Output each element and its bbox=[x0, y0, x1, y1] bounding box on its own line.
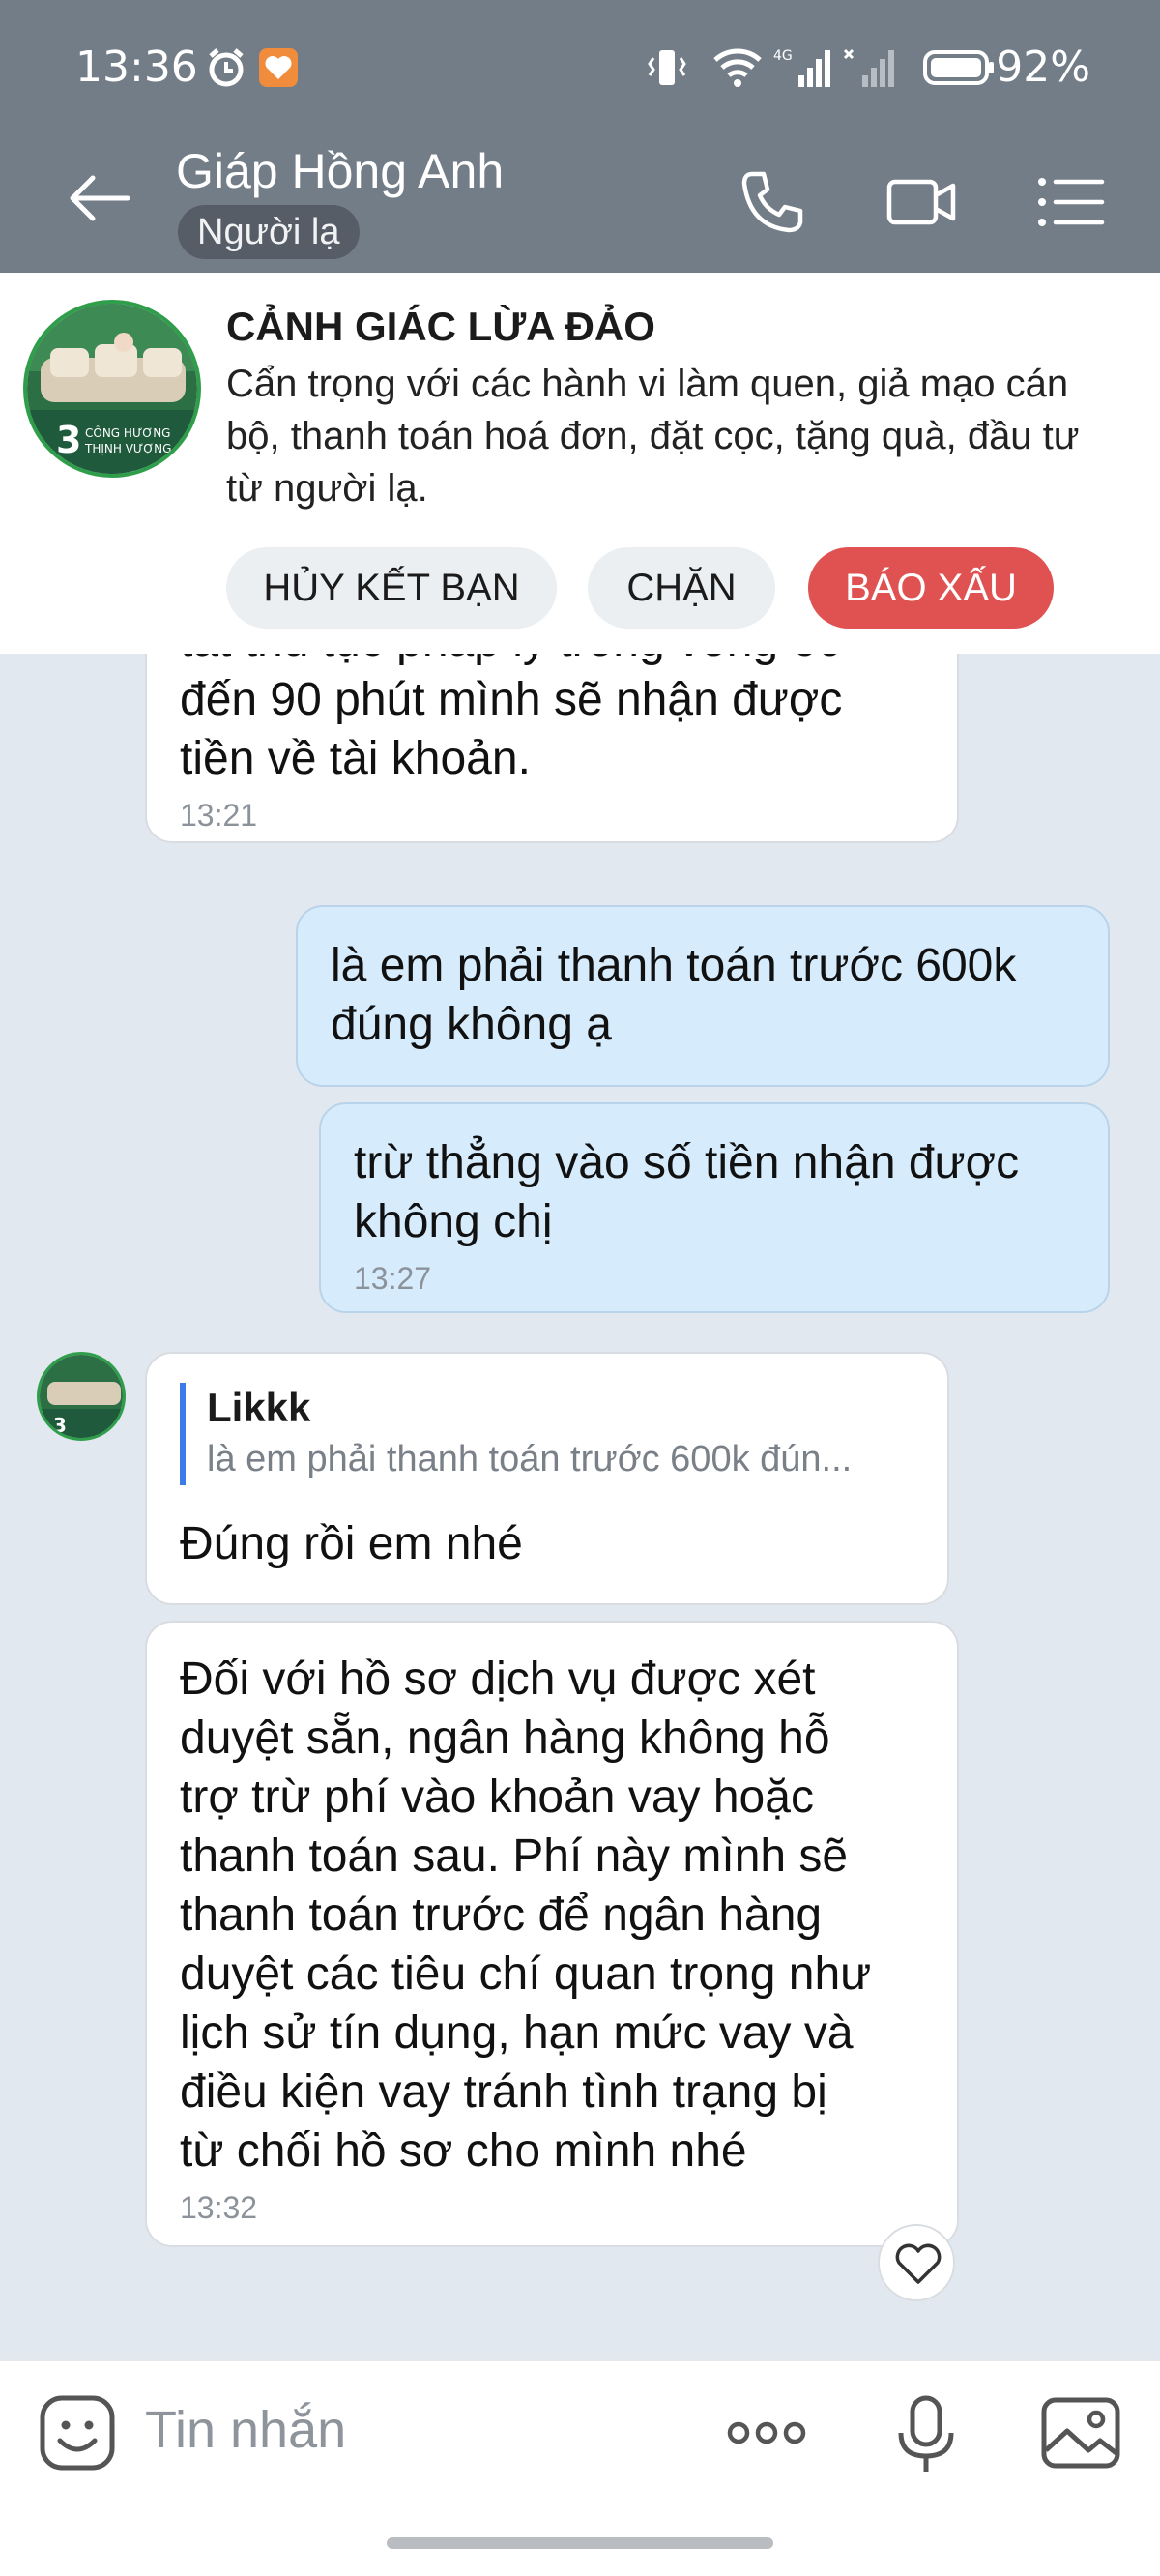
message-line: không chị bbox=[354, 1196, 553, 1247]
message-list[interactable]: tất thủ tục pháp lý trong vòng 60 đến 90… bbox=[0, 654, 1160, 2359]
image-icon[interactable] bbox=[1040, 2394, 1121, 2472]
svg-text:3: 3 bbox=[53, 1414, 67, 1437]
message-input[interactable]: Tin nhắn bbox=[145, 2400, 346, 2460]
message-line: tiền về tài khoản. bbox=[180, 733, 531, 784]
avatar-image: 3 CÔNG HƯƠNG THỊNH VƯỢNG bbox=[27, 304, 197, 474]
alarm-icon bbox=[209, 48, 244, 87]
warning-title: CẢNH GIÁC LỪA ĐẢO bbox=[226, 304, 655, 349]
message-line: trợ trừ phí vào khoản vay hoặc bbox=[180, 1771, 814, 1823]
quoted-sender: Likkk bbox=[207, 1385, 311, 1430]
message-bubble-outgoing[interactable]: trừ thẳng vào số tiền nhận được không ch… bbox=[319, 1102, 1110, 1313]
message-bubble-incoming[interactable]: tất thủ tục pháp lý trong vòng 60 đến 90… bbox=[145, 654, 959, 843]
message-partial-line: tất thủ tục pháp lý trong vòng 60 bbox=[180, 654, 924, 670]
sticker-icon[interactable] bbox=[39, 2394, 116, 2472]
microphone-icon[interactable] bbox=[887, 2394, 965, 2475]
navigation-handle[interactable] bbox=[387, 2537, 773, 2549]
signal-icon bbox=[843, 48, 894, 87]
more-icon[interactable] bbox=[723, 2394, 810, 2472]
wifi-icon bbox=[713, 48, 762, 87]
message-line: trừ thẳng vào số tiền nhận được bbox=[354, 1137, 1020, 1188]
message-line: duyệt sẵn, ngân hàng không hỗ bbox=[180, 1712, 830, 1764]
unfriend-button[interactable]: HỦY KẾT BẠN bbox=[226, 547, 557, 629]
message-line: thanh toán sau. Phí này mình sẽ bbox=[180, 1830, 849, 1882]
svg-text:4G: 4G bbox=[773, 48, 793, 64]
svg-text:3: 3 bbox=[56, 419, 81, 461]
heart-icon bbox=[895, 2243, 942, 2284]
menu-list-icon[interactable] bbox=[1034, 166, 1106, 238]
signal-icon: 4G bbox=[773, 48, 830, 87]
warning-avatar: 3 CÔNG HƯƠNG THỊNH VƯỢNG bbox=[23, 300, 201, 478]
vibrate-icon bbox=[648, 50, 686, 85]
message-line: đúng không ạ bbox=[331, 999, 612, 1050]
react-button[interactable] bbox=[878, 2224, 955, 2301]
message-line: đến 90 phút mình sẽ nhận được bbox=[180, 674, 843, 725]
message-bubble-incoming[interactable]: Đối với hồ sơ dịch vụ được xét duyệt sẵn… bbox=[145, 1621, 959, 2247]
message-text: Đúng rồi em nhé bbox=[180, 1518, 523, 1569]
block-button[interactable]: CHẶN bbox=[588, 547, 775, 629]
message-line: từ chối hồ sơ cho mình nhé bbox=[180, 2125, 747, 2177]
message-time: 13:32 bbox=[180, 2190, 258, 2225]
back-arrow-icon[interactable] bbox=[68, 174, 130, 222]
svg-text:CÔNG HƯƠNG: CÔNG HƯƠNG bbox=[85, 425, 170, 440]
message-line: lịch sử tín dụng, hạn mức vay và bbox=[180, 2007, 854, 2059]
battery-icon bbox=[923, 50, 994, 85]
message-bubble-outgoing[interactable]: là em phải thanh toán trước 600k đúng kh… bbox=[296, 905, 1110, 1087]
message-line: là em phải thanh toán trước 600k bbox=[331, 940, 1017, 991]
app-notification-icon bbox=[259, 48, 298, 87]
message-line: duyệt các tiêu chí quan trọng như bbox=[180, 1948, 872, 2000]
quoted-text: là em phải thanh toán trước 600k đún... bbox=[207, 1439, 853, 1479]
report-button[interactable]: BÁO XẤU bbox=[808, 547, 1054, 629]
stranger-badge: Người lạ bbox=[178, 205, 360, 259]
phone-icon[interactable] bbox=[737, 166, 808, 238]
message-time: 13:27 bbox=[354, 1261, 432, 1296]
quoted-message[interactable]: Likkk là em phải thanh toán trước 600k đ… bbox=[180, 1383, 914, 1485]
scam-warning-banner: 3 CÔNG HƯƠNG THỊNH VƯỢNG CẢNH GIÁC LỪA Đ… bbox=[0, 273, 1160, 654]
message-time: 13:21 bbox=[180, 798, 258, 833]
status-time: 13:36 bbox=[75, 43, 198, 92]
battery-percent: 92% bbox=[996, 43, 1090, 92]
warning-text: Cẩn trọng với các hành vi làm quen, giả … bbox=[226, 363, 1080, 510]
message-line: Đối với hồ sơ dịch vụ được xét bbox=[180, 1654, 816, 1705]
video-call-icon[interactable] bbox=[885, 166, 957, 238]
message-line: điều kiện vay tránh tình trạng bị bbox=[180, 2066, 827, 2118]
chat-header: 13:36 4G 92% Giáp Hồng Anh Người lạ bbox=[0, 0, 1160, 273]
svg-text:THỊNH VƯỢNG: THỊNH VƯỢNG bbox=[84, 442, 171, 455]
contact-name[interactable]: Giáp Hồng Anh bbox=[176, 143, 504, 199]
message-bubble-reply[interactable]: Likkk là em phải thanh toán trước 600k đ… bbox=[145, 1352, 949, 1605]
sender-avatar[interactable]: 3 bbox=[37, 1352, 126, 1441]
message-composer: Tin nhắn bbox=[0, 2359, 1160, 2576]
avatar-image: 3 bbox=[40, 1355, 123, 1438]
message-line: thanh toán trước để ngân hàng bbox=[180, 1889, 823, 1941]
